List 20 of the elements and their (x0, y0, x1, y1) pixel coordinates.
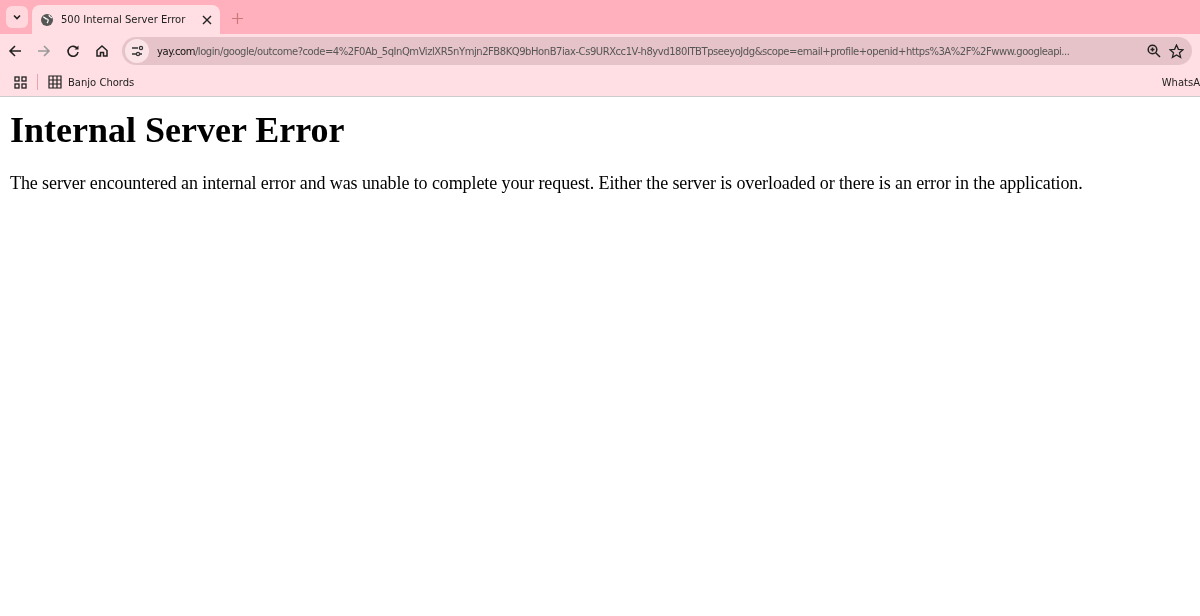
reload-icon[interactable] (66, 44, 80, 58)
star-icon[interactable] (1169, 43, 1184, 59)
tab-title: 500 Internal Server Error (61, 14, 187, 25)
close-icon[interactable] (202, 14, 212, 25)
tab-list-button[interactable] (6, 6, 28, 28)
address-bar[interactable]: yay.com/login/google/outcome?code=4%2F0Ab_5qInQmVizlXR5nYmjn2FB8KQ9bHonB7iax-Cs9URXcc1V-h8yvd180ITBTpseeyoJdg&scope=email+profile+openid+https%3A%2F%2Fwww.googleapi... (122, 37, 1192, 65)
grid-table-icon (48, 75, 62, 89)
bookmark[interactable]: WhatsA (1161, 76, 1200, 88)
zoom-icon[interactable] (1147, 44, 1161, 58)
site-settings-icon[interactable] (125, 39, 149, 63)
home-icon[interactable] (95, 44, 109, 58)
apps-grid-icon[interactable] (14, 75, 27, 89)
globe-icon (40, 12, 54, 27)
error-heading: Internal Server Error (10, 109, 346, 151)
browser-tab[interactable]: 500 Internal Server Error (32, 5, 220, 34)
error-message: The server encountered an internal error and was unable to complete your request. Either the server is overloaded or there is an error in the application. (10, 173, 1084, 194)
chevron-down-icon (12, 12, 22, 22)
back-icon[interactable] (8, 44, 22, 58)
bookmark[interactable]: Banjo Chords (48, 75, 135, 89)
url-text: yay.com/login/google/outcome?code=4%2F0Ab_5qInQmVizlXR5nYmjn2FB8KQ9bHonB7iax-Cs9URXcc1V-h8yvd180ITBTpseeyoJdg&scope=email+profile+openid+https%3A%2F%2Fwww.googleapi... (157, 45, 1071, 57)
